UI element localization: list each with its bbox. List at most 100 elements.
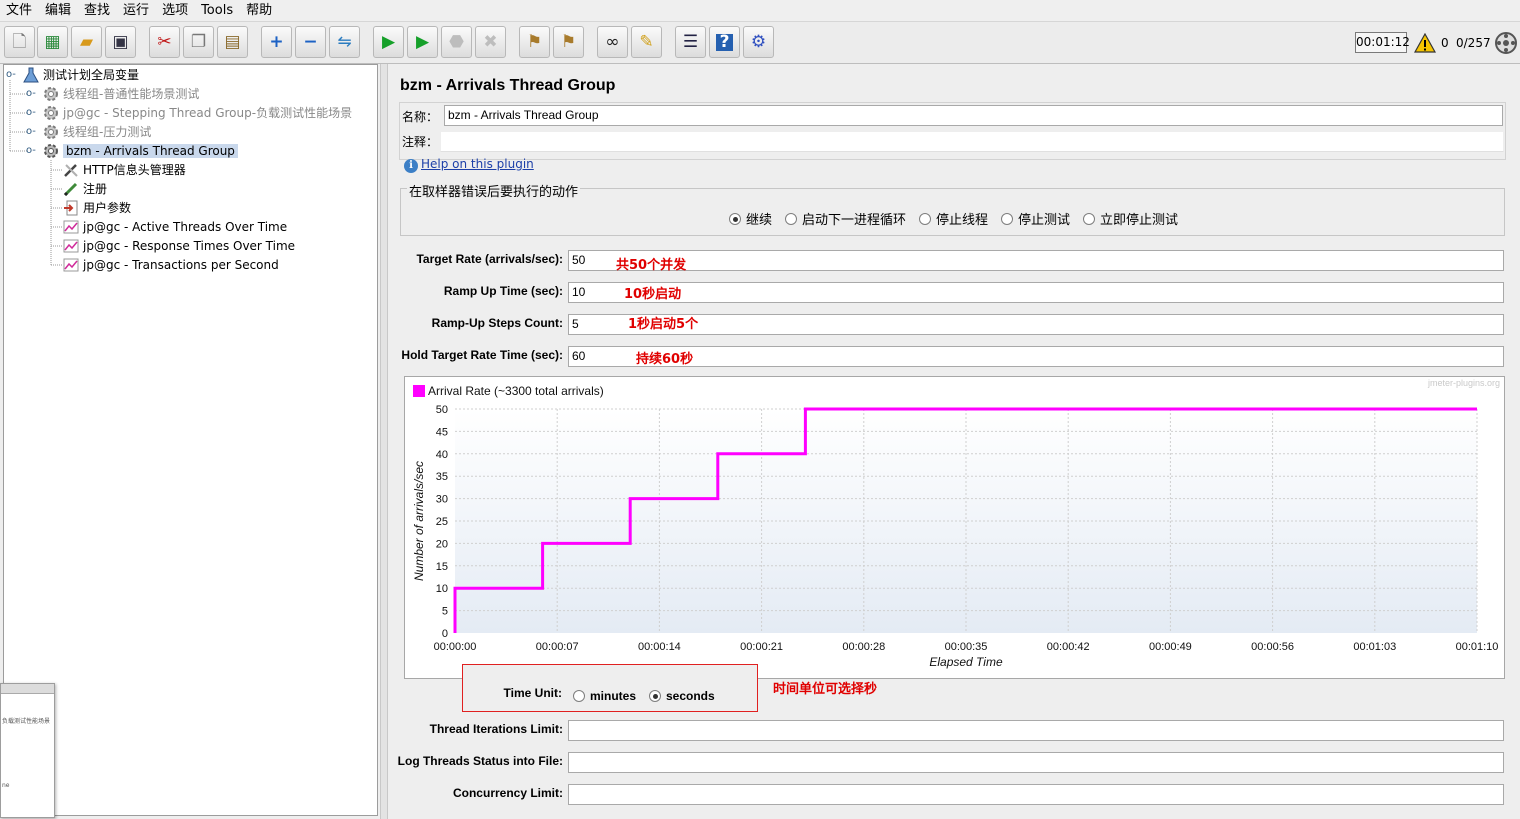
tree-item-label: HTTP信息头管理器 — [83, 163, 186, 177]
radio-seconds[interactable]: seconds — [649, 689, 715, 703]
y-tick-label: 10 — [436, 583, 448, 595]
name-field[interactable]: bzm - Arrivals Thread Group — [444, 105, 1503, 126]
templates-button[interactable]: ▦ — [37, 26, 68, 58]
radio-stop-test-now[interactable]: 立即停止测试 — [1083, 209, 1178, 228]
menu-search[interactable]: 查找 — [78, 0, 117, 22]
start-no-pauses-button[interactable]: ▶ — [407, 26, 438, 58]
tree-expand-toggle[interactable]: o- — [26, 89, 36, 99]
hold-time-field[interactable]: 60 — [568, 346, 1504, 367]
y-tick-label: 20 — [436, 538, 448, 550]
log-threads-status-field[interactable] — [568, 752, 1504, 773]
tree-expand-toggle[interactable]: o- — [26, 127, 36, 137]
radio-button[interactable] — [1001, 212, 1013, 225]
help-plugin-link[interactable]: Help on this plugin — [421, 157, 534, 171]
tree-item-active-threads-over-time[interactable]: jp@gc - Active Threads Over Time — [62, 217, 287, 236]
radio-minutes[interactable]: minutes — [573, 689, 636, 703]
mini-window-text: 负载测试性能场景 — [2, 718, 51, 725]
radio-button[interactable] — [729, 212, 741, 225]
collapse-button[interactable]: − — [295, 26, 326, 58]
clear-all-button[interactable]: ⚑ — [553, 26, 584, 58]
ramp-up-time-field[interactable]: 10 — [568, 282, 1504, 303]
stop-button[interactable]: ⬣ — [441, 26, 472, 58]
menu-options[interactable]: 选项 — [156, 0, 195, 22]
mini-window-titlebar[interactable] — [1, 684, 54, 694]
active-threads-count: 0/257 — [1456, 36, 1491, 50]
test-plan-tree[interactable]: o- 测试计划全局变量 o- 线程组-普通性能场景测试 o- jp@gc - S… — [3, 64, 378, 816]
tree-item-label: jp@gc - Active Threads Over Time — [83, 219, 288, 234]
start-button[interactable]: ▶ — [373, 26, 404, 58]
x-tick-label: 00:00:07 — [536, 641, 579, 653]
flask-icon — [22, 66, 40, 84]
error-count: 0 — [1441, 36, 1449, 50]
tree-item-http-header-manager[interactable]: HTTP信息头管理器 — [62, 160, 186, 179]
radio-start-next-loop[interactable]: 启动下一进程循环 — [785, 209, 906, 228]
tree-item-stress-thread-group[interactable]: 线程组-压力测试 — [42, 122, 151, 141]
tree-item-register[interactable]: 注册 — [62, 179, 107, 198]
tree-item-thread-group[interactable]: 线程组-普通性能场景测试 — [42, 84, 199, 103]
graph-icon — [62, 237, 80, 255]
annotation-time-unit: 时间单位可选择秒 — [773, 682, 878, 697]
radio-button[interactable] — [573, 690, 585, 702]
save-button[interactable]: ▣ — [105, 26, 136, 58]
radio-button[interactable] — [785, 212, 797, 225]
pane-splitter[interactable] — [380, 64, 388, 819]
hold-time-label: Hold Target Rate Time (sec): — [401, 348, 563, 362]
toggle-button[interactable]: ⇋ — [329, 26, 360, 58]
target-rate-field[interactable]: 50 — [568, 250, 1504, 271]
shutdown-button[interactable]: ✖ — [475, 26, 506, 58]
target-rate-label: Target Rate (arrivals/sec): — [416, 252, 563, 266]
tree-item-user-parameters[interactable]: 用户参数 — [62, 198, 131, 217]
function-helper-button[interactable]: ☰ — [675, 26, 706, 58]
concurrency-limit-label: Concurrency Limit: — [452, 786, 563, 800]
radio-button[interactable] — [1083, 212, 1095, 225]
menu-file[interactable]: 文件 — [0, 0, 39, 22]
paste-button[interactable]: ▤ — [217, 26, 248, 58]
new-button[interactable]: 🗋 — [4, 26, 35, 58]
element-config-panel: bzm - Arrivals Thread Group 名称： bzm - Ar… — [390, 64, 1520, 819]
y-tick-label: 45 — [436, 426, 448, 438]
list-icon: ☰ — [682, 31, 699, 52]
tree-item-transactions-per-second[interactable]: jp@gc - Transactions per Second — [62, 255, 279, 274]
play-no-pause-icon: ▶ — [415, 31, 430, 52]
radio-label: 继续 — [746, 213, 773, 228]
radio-continue[interactable]: 继续 — [729, 209, 772, 228]
remote-engines-icon[interactable] — [1494, 31, 1518, 55]
tree-item-test-plan[interactable]: 测试计划全局变量 — [22, 65, 139, 84]
tree-item-label: jp@gc - Stepping Thread Group-负载测试性能场景 — [63, 106, 353, 120]
radio-button[interactable] — [649, 690, 661, 702]
copy-button[interactable]: ❐ — [183, 26, 214, 58]
y-tick-label: 15 — [436, 561, 448, 573]
radio-stop-thread[interactable]: 停止线程 — [919, 209, 988, 228]
tree-item-arrivals-thread-group[interactable]: bzm - Arrivals Thread Group — [42, 141, 238, 160]
remote-button[interactable]: ⚙ — [743, 26, 774, 58]
reset-search-button[interactable]: ✎ — [631, 26, 662, 58]
open-button[interactable]: ▰ — [71, 26, 102, 58]
menu-help[interactable]: 帮助 — [240, 0, 279, 22]
search-button[interactable]: ∞ — [597, 26, 628, 58]
tree-item-response-times-over-time[interactable]: jp@gc - Response Times Over Time — [62, 236, 295, 255]
graph-icon — [62, 218, 80, 236]
tree-expand-toggle[interactable]: o- — [26, 108, 36, 118]
tree-collapse-toggle[interactable]: o- — [6, 70, 16, 80]
comment-field[interactable] — [440, 131, 1504, 152]
radio-button[interactable] — [919, 212, 931, 225]
thread-iterations-limit-field[interactable] — [568, 720, 1504, 741]
warning-icon[interactable] — [1414, 33, 1436, 53]
help-button[interactable]: ? — [709, 26, 740, 58]
pen-icon — [62, 180, 80, 198]
expand-button[interactable]: + — [261, 26, 292, 58]
radio-stop-test[interactable]: 停止测试 — [1001, 209, 1070, 228]
floating-mini-window[interactable]: 负载测试性能场景 ne — [0, 683, 55, 818]
menu-run[interactable]: 运行 — [117, 0, 156, 22]
clear-button[interactable]: ⚑ — [519, 26, 550, 58]
annotation-ramp-up: 10秒启动 — [624, 287, 682, 302]
elapsed-timer: 00:01:12 — [1355, 32, 1410, 53]
cut-button[interactable]: ✂ — [149, 26, 180, 58]
x-tick-label: 00:00:14 — [638, 641, 681, 653]
tree-item-stepping-thread-group[interactable]: jp@gc - Stepping Thread Group-负载测试性能场景 — [42, 103, 352, 122]
menu-edit[interactable]: 编辑 — [39, 0, 78, 22]
concurrency-limit-field[interactable] — [568, 784, 1504, 805]
menu-tools[interactable]: Tools — [195, 0, 240, 22]
tree-collapse-toggle[interactable]: o- — [26, 146, 36, 156]
ramp-up-steps-field[interactable]: 5 — [568, 314, 1504, 335]
